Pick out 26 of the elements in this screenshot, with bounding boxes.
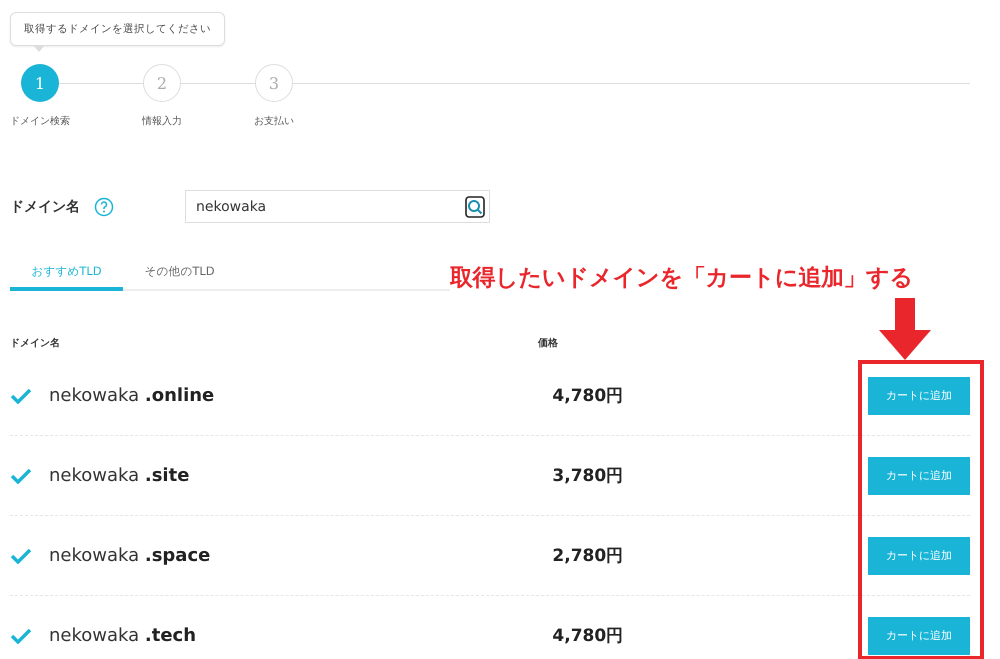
column-header: 価格	[538, 336, 558, 350]
step-circle: 2	[143, 64, 181, 102]
step-label: お支払い	[254, 114, 294, 128]
price-text: 4,780円	[552, 625, 624, 647]
price-text: 2,780円	[552, 545, 624, 567]
add-to-cart-button[interactable]: カートに追加	[868, 456, 970, 494]
tld-tab[interactable]: その他のTLD	[123, 255, 236, 291]
add-to-cart-button[interactable]: カートに追加	[868, 376, 970, 414]
step-label: 情報入力	[142, 114, 182, 128]
column-header: ドメイン名	[10, 336, 61, 350]
domain-name: nekowaka .space	[48, 545, 212, 566]
add-to-cart-button[interactable]: カートに追加	[868, 536, 970, 574]
field-label: ドメイン名	[10, 198, 80, 216]
step-circle: 1	[21, 64, 59, 102]
step-circle: 3	[255, 64, 293, 102]
domain-name: nekowaka .site	[48, 465, 190, 486]
tooltip-bubble: 取得するドメインを選択してください	[10, 12, 225, 46]
price-text: 4,780円	[552, 385, 624, 407]
annotation-text: 取得したいドメインを「カートに追加」する	[450, 264, 913, 293]
domain-search-field[interactable]: nekowaka	[185, 190, 490, 223]
tld-tab[interactable]: おすすめTLD	[10, 255, 123, 291]
domain-name: nekowaka .tech	[48, 625, 198, 646]
price-text: 3,780円	[552, 465, 624, 487]
domain-name: nekowaka .online	[48, 385, 216, 406]
step-label: ドメイン検索	[10, 114, 70, 128]
add-to-cart-button[interactable]: カートに追加	[868, 616, 970, 654]
